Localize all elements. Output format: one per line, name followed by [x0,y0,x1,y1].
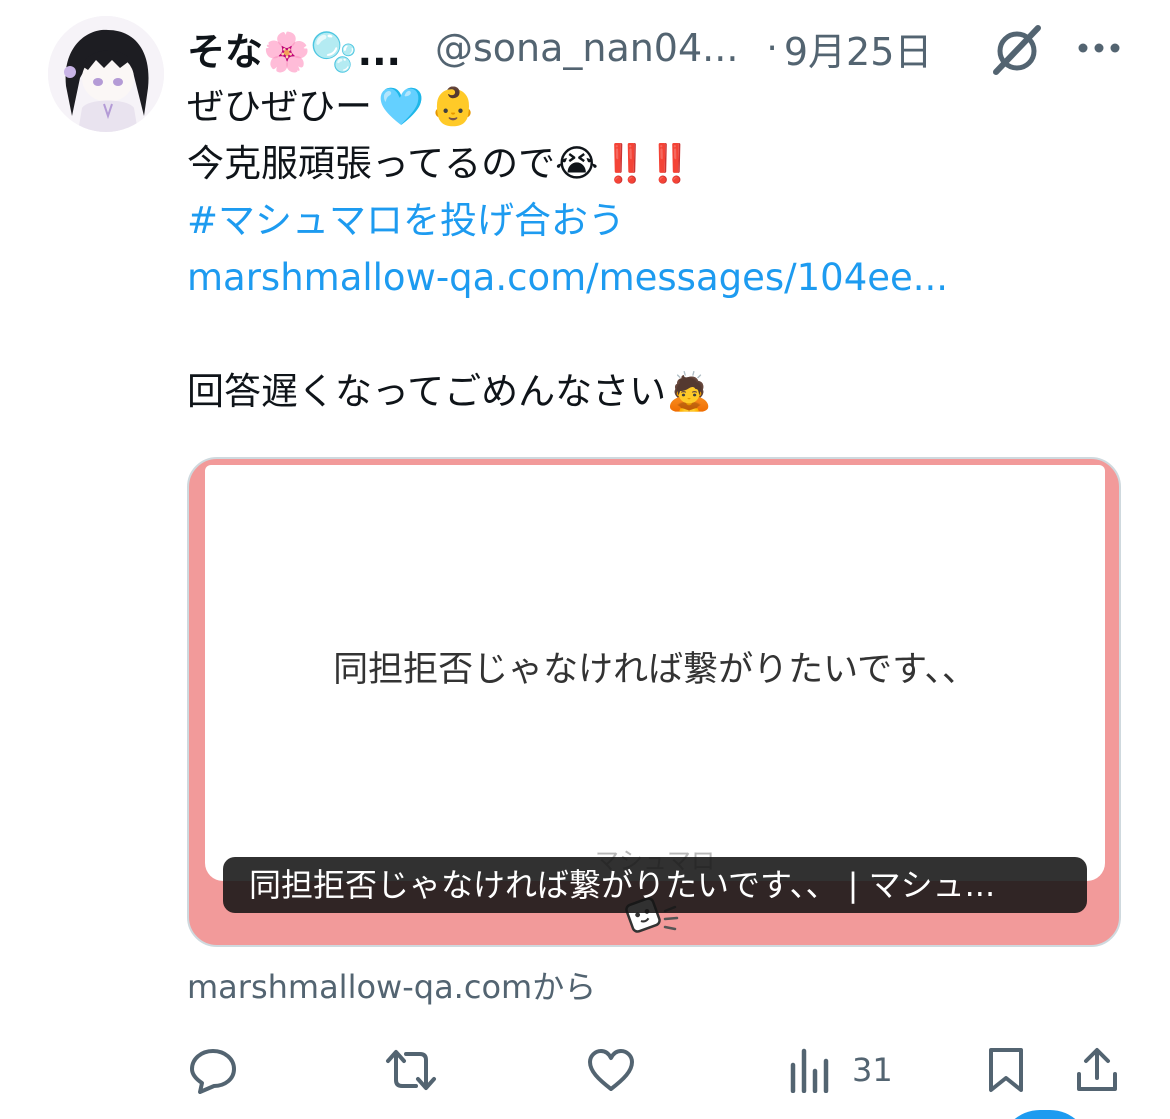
grok-icon[interactable] [990,22,1044,76]
reply-button[interactable] [188,1044,238,1096]
retweet-icon [386,1050,436,1090]
avatar-image [48,16,164,132]
crying-emoji: 😭 [555,142,599,185]
avatar[interactable] [48,16,164,132]
link-preview-card[interactable]: 同担拒否じゃなければ繋がりたいです、、 マシュマロ 同担拒否じゃなければ繋がりた… [187,457,1121,947]
tweet: そな🌸🫧... @sona_nan04... · 9月25日 ぜひぜひー 🩵 👶… [0,0,1170,1119]
separator-dot: · [766,27,778,69]
display-name[interactable]: そな🌸🫧... [187,21,401,76]
bookmark-icon [989,1048,1023,1092]
tweet-body: ぜひぜひー 🩵 👶 今克服頑張ってるので 😭 ‼️‼️ #マシュマロを投げ合おう… [187,78,1147,420]
more-options-icon[interactable] [1076,30,1122,66]
card-source-domain[interactable]: marshmallow-qa.comから [187,962,596,1008]
bookmark-button[interactable] [986,1044,1026,1096]
user-handle[interactable]: @sona_nan04... [435,26,738,70]
views-count: 31 [852,1051,893,1089]
heart-icon [588,1049,634,1091]
light-blue-heart-emoji: 🩵 [378,85,425,128]
url-link[interactable]: marshmallow-qa.com/messages/104ee... [187,249,948,306]
action-bar: 31 [0,1040,1170,1100]
like-button[interactable] [586,1044,636,1096]
body-line-1: ぜひぜひー 🩵 👶 [187,78,1147,135]
body-line-5: 回答遅くなってごめんなさい 🙇 [187,363,1147,420]
body-text-5: 回答遅くなってごめんなさい [187,370,667,413]
compose-button[interactable] [1000,1110,1090,1119]
bar-chart-icon [790,1048,829,1093]
baby-emoji: 👶 [430,85,477,128]
body-line-3: #マシュマロを投げ合おう [187,192,1147,249]
body-text-1: ぜひぜひー [187,85,372,128]
share-icon [1077,1048,1117,1091]
body-line-4: marshmallow-qa.com/messages/104ee... [187,249,1147,306]
retweet-button[interactable] [384,1044,438,1096]
reply-icon [190,1049,236,1094]
tweet-date[interactable]: 9月25日 [784,21,933,76]
card-title-overlay: 同担拒否じゃなければ繋がりたいです、、 | マシュ... [223,857,1087,913]
hashtag-link[interactable]: #マシュマロを投げ合おう [187,192,625,249]
card-image: 同担拒否じゃなければ繋がりたいです、、 マシュマロ [205,465,1105,881]
views-button[interactable]: 31 [788,1044,893,1096]
body-line-2: 今克服頑張ってるので 😭 ‼️‼️ [187,135,1147,192]
bowing-person-emoji: 🙇 [666,370,713,413]
card-message-text: 同担拒否じゃなければ繋がりたいです、、 [333,650,977,690]
body-blank-line [187,306,1147,363]
body-text-2: 今克服頑張ってるので [187,142,556,185]
double-exclamation-emoji: ‼️‼️ [602,142,692,185]
share-button[interactable] [1074,1044,1120,1096]
